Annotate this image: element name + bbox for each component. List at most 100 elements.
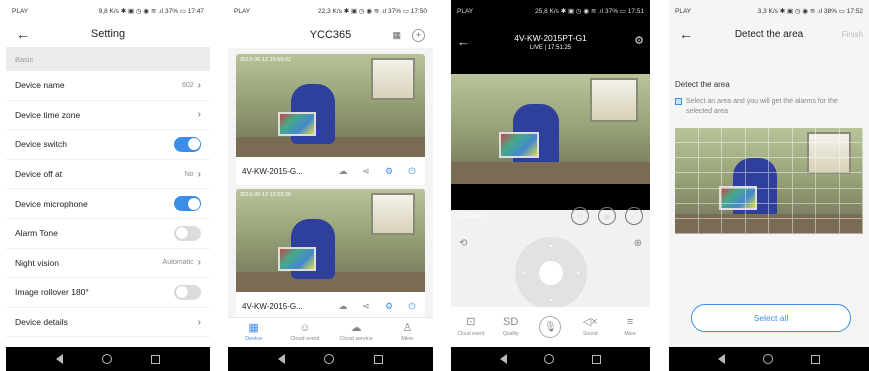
grid-cell[interactable]	[675, 128, 699, 144]
grid-cell[interactable]	[745, 128, 769, 144]
back-arrow-icon[interactable]: ←	[679, 26, 693, 42]
tool-sound[interactable]: ◁× Sound	[570, 317, 610, 338]
toggle-switch[interactable]	[174, 196, 201, 212]
grid-cell[interactable]	[675, 143, 699, 159]
settings-gear-icon[interactable]: ⚙	[634, 34, 644, 47]
grid-cell[interactable]	[769, 128, 793, 144]
add-device-icon[interactable]: +	[412, 28, 425, 42]
detection-grid[interactable]	[675, 128, 863, 234]
grid-cell[interactable]	[745, 143, 769, 159]
grid-cell[interactable]	[675, 158, 699, 174]
share-icon[interactable]: ⋖	[359, 301, 373, 312]
tab-cloud-event[interactable]: ☺ Cloud event	[279, 318, 330, 347]
settings-row[interactable]: Device off at No ›	[6, 160, 210, 190]
grid-cell[interactable]	[792, 158, 816, 174]
share-icon[interactable]: ⋖	[359, 166, 373, 177]
nav-back-icon[interactable]	[277, 354, 285, 364]
back-arrow-icon[interactable]: ←	[16, 26, 30, 42]
area-checkbox-row[interactable]: Select an area and you will get the alar…	[675, 97, 861, 117]
grid-cell[interactable]	[769, 203, 793, 219]
grid-cell[interactable]	[839, 203, 863, 219]
grid-cell[interactable]	[769, 188, 793, 204]
grid-cell[interactable]	[722, 188, 746, 204]
settings-row[interactable]: Image rollover 180°	[6, 278, 210, 308]
preset-target-icon[interactable]: ⊕	[634, 238, 642, 249]
grid-cell[interactable]	[839, 173, 863, 189]
nav-recent-icon[interactable]	[151, 354, 161, 364]
nav-recent-icon[interactable]	[592, 354, 602, 364]
settings-row[interactable]: Device name 602 ›	[6, 71, 210, 101]
grid-cell[interactable]	[722, 173, 746, 189]
checkbox[interactable]	[675, 98, 682, 105]
grid-cell[interactable]	[745, 173, 769, 189]
grid-cell[interactable]	[816, 158, 840, 174]
nav-recent-icon[interactable]	[811, 354, 820, 364]
grid-cell[interactable]	[722, 203, 746, 219]
camera-thumbnail[interactable]: 2019-06-12 15:50:02	[236, 54, 425, 157]
grid-cell[interactable]	[698, 128, 722, 144]
grid-cell[interactable]	[839, 218, 863, 234]
nav-back-icon[interactable]	[499, 354, 507, 364]
settings-gear-icon[interactable]: ⚙	[382, 301, 396, 312]
camera-feed[interactable]	[451, 74, 650, 184]
grid-cell[interactable]	[722, 143, 746, 159]
grid-cell[interactable]	[675, 173, 699, 189]
grid-cell[interactable]	[839, 188, 863, 204]
tool-quality[interactable]: SD Quality	[491, 317, 531, 338]
tab-device[interactable]: ▦ Device	[228, 318, 279, 347]
ptz-center[interactable]	[539, 261, 563, 285]
grid-cell[interactable]	[675, 203, 699, 219]
tool-cloud-event[interactable]: ⊡ Cloud event	[451, 317, 491, 338]
grid-cell[interactable]	[745, 203, 769, 219]
cloud-icon[interactable]: ☁	[336, 166, 350, 177]
nav-home-icon[interactable]	[324, 354, 335, 364]
grid-cell[interactable]	[769, 143, 793, 159]
settings-row[interactable]: Device microphone	[6, 189, 210, 219]
select-all-button[interactable]: Select all	[691, 304, 851, 332]
grid-cell[interactable]	[745, 158, 769, 174]
cloud-icon[interactable]: ☁	[336, 301, 350, 312]
power-icon[interactable]: ⏻	[405, 301, 419, 312]
tool-more[interactable]: ≡ More	[610, 317, 650, 338]
playback-icon[interactable]: ↺	[571, 207, 589, 225]
grid-cell[interactable]	[722, 218, 746, 234]
device-card[interactable]: 2019-06-12 15:50:26 4V-KW-2015-G... ☁ ⋖ ⚙ ⏻	[236, 189, 425, 320]
grid-cell[interactable]	[816, 203, 840, 219]
tab-mine[interactable]: ♙ Mine	[382, 318, 433, 347]
grid-cell[interactable]	[675, 188, 699, 204]
grid-cell[interactable]	[698, 173, 722, 189]
grid-cell[interactable]	[698, 143, 722, 159]
snapshot-icon[interactable]: ◉	[598, 207, 616, 225]
grid-cell[interactable]	[698, 188, 722, 204]
fullscreen-icon[interactable]: ⤢	[625, 207, 643, 225]
nav-home-icon[interactable]	[544, 354, 555, 364]
grid-cell[interactable]	[816, 128, 840, 144]
finish-button[interactable]: Finish	[842, 30, 863, 39]
toggle-switch[interactable]	[174, 225, 201, 241]
nav-recent-icon[interactable]	[374, 354, 384, 364]
grid-cell[interactable]	[769, 158, 793, 174]
grid-cell[interactable]	[816, 188, 840, 204]
ptz-joystick[interactable]	[515, 237, 587, 309]
settings-row[interactable]: Alarm Tone	[6, 219, 210, 249]
grid-cell[interactable]	[698, 203, 722, 219]
settings-gear-icon[interactable]: ⚙	[382, 166, 396, 177]
nav-back-icon[interactable]	[55, 354, 63, 364]
grid-cell[interactable]	[722, 158, 746, 174]
settings-row[interactable]: Night vision Automatic ›	[6, 249, 210, 279]
grid-cell[interactable]	[698, 158, 722, 174]
grid-cell[interactable]	[792, 188, 816, 204]
rotate-icon[interactable]: ⟲	[459, 238, 467, 249]
toggle-switch[interactable]	[174, 284, 201, 300]
grid-cell[interactable]	[722, 128, 746, 144]
grid-cell[interactable]	[675, 218, 699, 234]
grid-cell[interactable]	[839, 158, 863, 174]
grid-view-icon[interactable]: ▦	[392, 30, 401, 41]
toggle-switch[interactable]	[174, 136, 201, 152]
grid-cell[interactable]	[839, 143, 863, 159]
grid-cell[interactable]	[816, 218, 840, 234]
device-card[interactable]: 2019-06-12 15:50:02 4V-KW-2015-G... ☁ ⋖ ⚙ ⏻	[236, 54, 425, 185]
grid-cell[interactable]	[839, 128, 863, 144]
grid-cell[interactable]	[792, 173, 816, 189]
nav-back-icon[interactable]	[718, 354, 725, 364]
